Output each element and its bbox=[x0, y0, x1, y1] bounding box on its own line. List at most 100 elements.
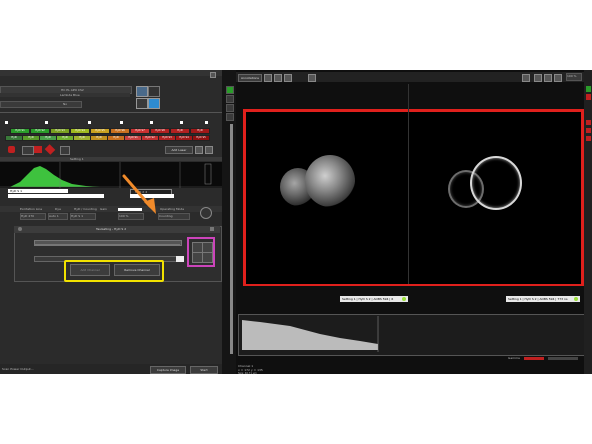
objective-label: HC PL APO CS2 bbox=[61, 88, 84, 92]
laser-chip[interactable]: HyD S7 bbox=[130, 128, 150, 134]
crop-icon[interactable] bbox=[284, 74, 292, 82]
legend-right-text: Setting 1 | HyD S 2 | AOBS 594 | 773 ns bbox=[508, 297, 568, 301]
side-tab[interactable] bbox=[586, 136, 591, 141]
laser-chip-row-2: HyD HyD HyD HyD HyD HyD HyD HyD S1 HyD S… bbox=[0, 135, 222, 141]
tool-row: Add Laser bbox=[0, 144, 222, 155]
lut-slider[interactable] bbox=[524, 357, 544, 360]
hyd-bar-1[interactable]: HyD S 1 bbox=[8, 189, 68, 193]
power-icon[interactable] bbox=[200, 207, 212, 219]
settings-icon[interactable] bbox=[195, 146, 203, 154]
laser-chip[interactable]: HyD bbox=[170, 128, 190, 134]
annotation-arrow bbox=[122, 174, 156, 214]
tool-icon[interactable] bbox=[226, 113, 234, 121]
detector-value-row: HyD 470 Auto 1 HyD S 1 100 % Counting bbox=[0, 207, 222, 220]
operating-mode-select[interactable]: Counting bbox=[158, 213, 190, 220]
delete-icon[interactable] bbox=[205, 146, 213, 154]
laser-chip[interactable]: HyD S2 bbox=[141, 135, 159, 141]
laser-chip[interactable]: HyD bbox=[90, 135, 108, 141]
vertical-scrollbar[interactable] bbox=[230, 124, 233, 354]
operating-mode-label: Operating Mode bbox=[160, 207, 185, 211]
viewer-status: Channel 1 x = 172 y = 135 Size: 46.71 µm bbox=[238, 364, 398, 375]
gate-handle[interactable] bbox=[176, 256, 184, 262]
tool-icon[interactable] bbox=[226, 104, 234, 112]
excitation-select[interactable]: HyD 470 bbox=[20, 213, 46, 220]
setting-header: Setting 1 bbox=[0, 157, 222, 161]
capture-image-button[interactable]: Capture Image bbox=[150, 366, 186, 374]
laser-chip[interactable]: HyD bbox=[39, 135, 57, 141]
laser-chip[interactable]: HyD S5 bbox=[90, 128, 110, 134]
dye-icon[interactable] bbox=[44, 144, 56, 155]
gear-icon[interactable] bbox=[136, 98, 148, 109]
pencil-icon[interactable] bbox=[522, 74, 530, 82]
decay-histogram bbox=[242, 316, 379, 352]
add-channel-label: Add Channel bbox=[80, 268, 100, 272]
pinhole-row[interactable]: No bbox=[0, 101, 82, 108]
line-row: Lambda Blue bbox=[0, 93, 130, 97]
hyd-select[interactable]: HyD S 1 bbox=[70, 213, 96, 220]
tool-icon[interactable] bbox=[226, 86, 234, 94]
laser-chip[interactable]: HyD S2 bbox=[30, 128, 50, 134]
laser-chip[interactable]: HyD S8 bbox=[150, 128, 170, 134]
side-tab[interactable] bbox=[586, 120, 591, 125]
laser-toggle-icon[interactable] bbox=[8, 146, 15, 153]
laser-chip[interactable]: HyD S4 bbox=[175, 135, 193, 141]
laser-chip[interactable]: HyD bbox=[107, 135, 125, 141]
step-button-2[interactable] bbox=[202, 252, 213, 263]
pan-icon[interactable] bbox=[554, 74, 562, 82]
side-tab[interactable] bbox=[586, 128, 591, 133]
line-label: Lambda Blue bbox=[60, 93, 80, 97]
laser-chip[interactable]: HyD S5 bbox=[192, 135, 210, 141]
laser-chip[interactable]: HyD bbox=[190, 128, 210, 134]
bleach-button[interactable] bbox=[148, 98, 160, 109]
dialog-icon bbox=[18, 227, 22, 231]
zoom-out-icon[interactable] bbox=[544, 74, 552, 82]
laser-chip[interactable]: HyD S3 bbox=[50, 128, 70, 134]
pinhole-label: No bbox=[63, 102, 68, 106]
remove-channel-button[interactable]: Remove Channel bbox=[114, 264, 160, 276]
laser-chip[interactable]: HyD bbox=[73, 135, 91, 141]
channel-icon[interactable] bbox=[5, 121, 8, 124]
side-tab[interactable] bbox=[586, 86, 591, 92]
fit-icon[interactable] bbox=[264, 74, 272, 82]
lut-range[interactable] bbox=[548, 357, 578, 360]
split-divider bbox=[408, 84, 409, 284]
channel-icon[interactable] bbox=[205, 121, 208, 124]
channel-legend-right: Setting 1 | HyD S 2 | AOBS 594 | 773 ns bbox=[506, 296, 580, 302]
laser-chip[interactable]: HyD S1 bbox=[124, 135, 142, 141]
grid-icon[interactable] bbox=[60, 146, 70, 155]
laser-chip[interactable]: HyD S1 bbox=[10, 128, 30, 134]
detector-bars: HyD S 1 HyD X 4 bbox=[0, 189, 222, 201]
close-icon[interactable] bbox=[210, 72, 216, 78]
dialog-close-icon[interactable] bbox=[210, 227, 214, 231]
channel-icon[interactable] bbox=[150, 121, 153, 124]
annotations-tab[interactable]: Annotations bbox=[238, 74, 262, 82]
laser-chip[interactable]: HyD bbox=[22, 135, 40, 141]
color-icon[interactable] bbox=[34, 146, 42, 153]
channel-icon[interactable] bbox=[180, 121, 183, 124]
laser-chip[interactable]: HyD bbox=[5, 135, 23, 141]
spectrum-icon[interactable] bbox=[22, 146, 34, 155]
add-channel-button[interactable]: Add Channel bbox=[70, 264, 110, 276]
laser-chip[interactable]: HyD S4 bbox=[70, 128, 90, 134]
grid-icon[interactable] bbox=[274, 74, 282, 82]
dye-select[interactable]: Auto 1 bbox=[48, 213, 68, 220]
dialog-title-bar: TauGating - HyD S 2 bbox=[14, 226, 220, 233]
tool-icon[interactable] bbox=[226, 95, 234, 103]
camera-button[interactable] bbox=[136, 86, 148, 97]
laser-chip[interactable]: HyD S6 bbox=[110, 128, 130, 134]
channel-icon[interactable] bbox=[88, 121, 91, 124]
dye-label: Dye bbox=[55, 207, 61, 211]
hyd-bar-2[interactable] bbox=[8, 194, 104, 198]
start-button[interactable]: Start bbox=[190, 366, 218, 374]
zoom-level[interactable]: 100 % bbox=[566, 73, 582, 81]
channel-icon[interactable] bbox=[45, 121, 48, 124]
side-tab[interactable] bbox=[586, 94, 591, 100]
overlay-icon[interactable] bbox=[308, 74, 316, 82]
laser-chip[interactable]: HyD bbox=[56, 135, 74, 141]
channel-icon[interactable] bbox=[120, 121, 123, 124]
lock-icon[interactable] bbox=[148, 86, 160, 97]
add-laser-button[interactable]: Add Laser bbox=[165, 146, 193, 154]
laser-chip[interactable]: HyD S3 bbox=[158, 135, 176, 141]
channel-icon-row bbox=[0, 121, 222, 125]
zoom-in-icon[interactable] bbox=[534, 74, 542, 82]
